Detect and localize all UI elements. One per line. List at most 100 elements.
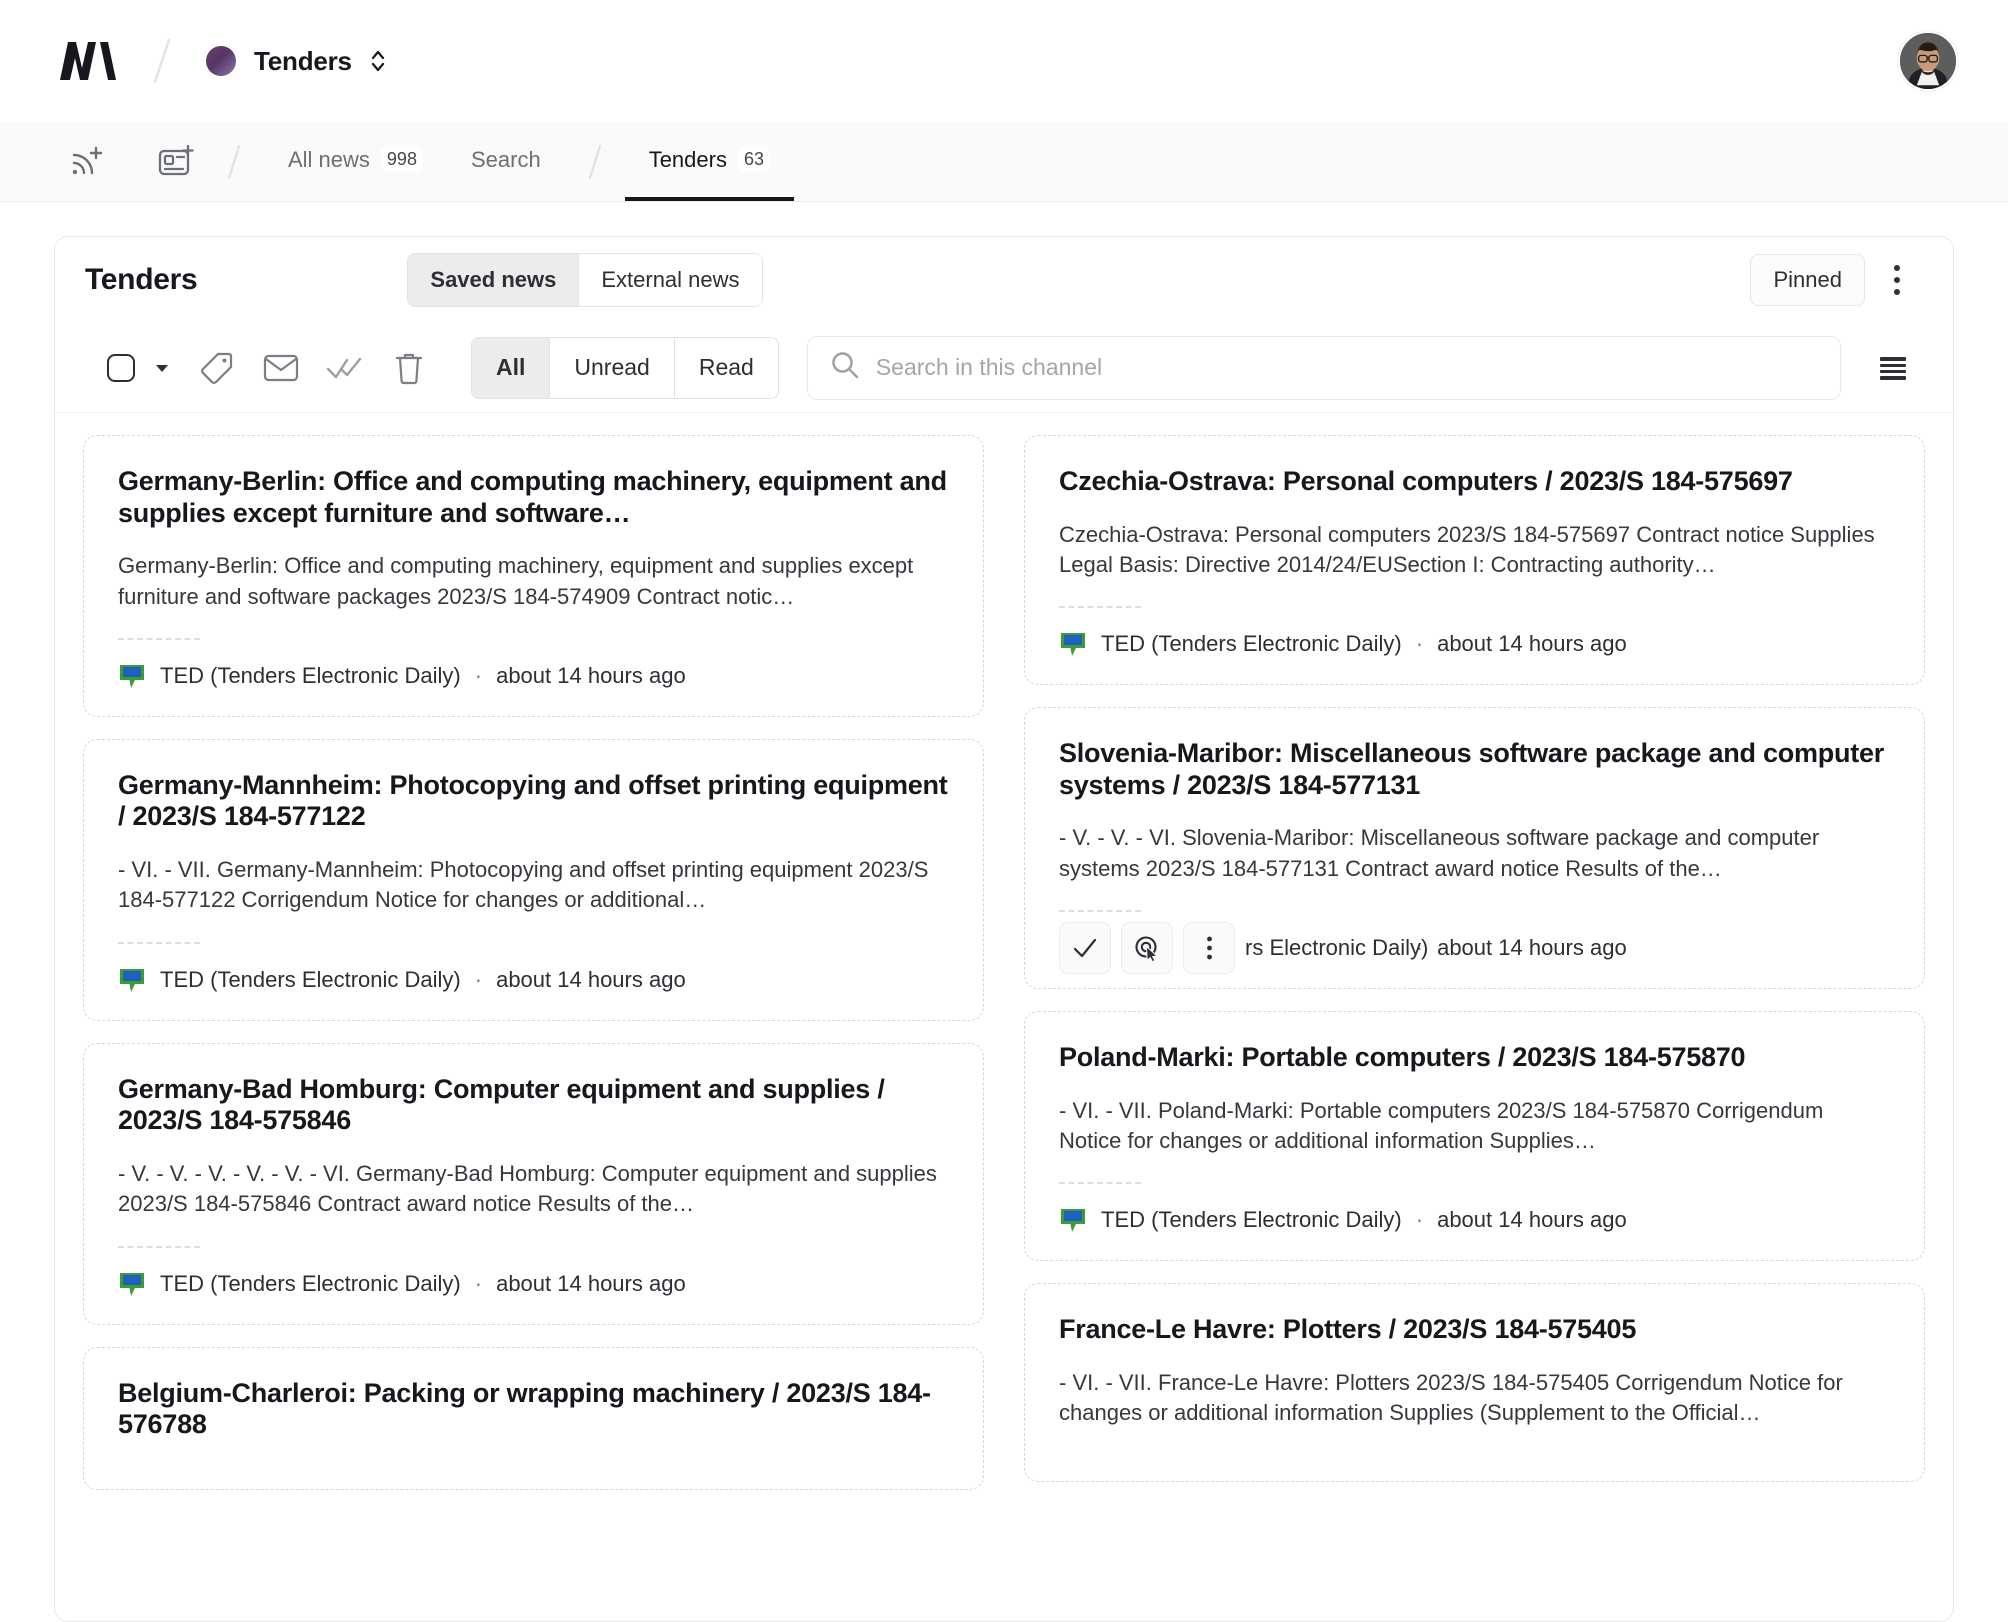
news-source-segmented-control: Saved news External news <box>407 253 763 307</box>
mark-read-check-button[interactable] <box>1059 922 1111 975</box>
card-source: TED (Tenders Electronic Daily) <box>160 1270 461 1296</box>
meta-separator: · <box>474 1270 483 1296</box>
filter-all[interactable]: All <box>472 337 550 398</box>
tab-saved-news[interactable]: Saved news <box>408 254 579 306</box>
card-timestamp: about 14 hours ago <box>1437 935 1627 961</box>
nav-tab-label: Tenders <box>648 146 727 172</box>
news-card[interactable]: Germany-Bad Homburg: Computer equipment … <box>83 1042 984 1325</box>
card-divider <box>1059 910 1141 913</box>
avatar[interactable] <box>1898 31 1958 91</box>
trash-icon[interactable] <box>377 342 441 394</box>
card-source: TED (Tenders Electronic Daily) <box>1101 1207 1402 1233</box>
read-state-filter: All Unread Read <box>471 336 779 399</box>
card-divider <box>1059 606 1141 609</box>
ted-favicon-icon <box>118 662 146 690</box>
channel-selector[interactable]: Tenders <box>196 40 396 83</box>
card-meta: TED (Tenders Electronic Daily) · about 1… <box>118 662 949 690</box>
more-options-icon[interactable] <box>1875 256 1919 304</box>
tab-external-news[interactable]: External news <box>578 254 762 306</box>
list-view-toggle[interactable] <box>1865 342 1921 394</box>
card-divider <box>118 637 200 640</box>
card-timestamp: about 14 hours ago <box>496 966 686 992</box>
ted-favicon-icon <box>1059 630 1087 658</box>
card-divider <box>118 941 200 944</box>
filter-unread[interactable]: Unread <box>549 337 674 398</box>
card-snippet: - V. - V. - VI. Slovenia-Maribor: Miscel… <box>1059 825 1820 881</box>
card-timestamp: about 14 hours ago <box>496 662 686 688</box>
news-card[interactable]: Belgium-Charleroi: Packing or wrapping m… <box>83 1346 984 1490</box>
card-meta: TED (Tenders Electronic Daily) rs Electr… <box>1059 922 1890 975</box>
select-all-checkbox[interactable] <box>107 353 135 382</box>
meta-separator: · <box>1415 631 1424 657</box>
channel-toolbar: All Unread Read Search in this channel <box>55 323 1953 413</box>
meta-separator: · <box>474 966 483 992</box>
top-bar: Tenders <box>0 0 2008 122</box>
card-title: Poland-Marki: Portable computers / 2023/… <box>1059 1042 1746 1073</box>
filter-read[interactable]: Read <box>673 337 778 398</box>
nav-separator <box>212 122 256 201</box>
news-card[interactable]: Germany-Berlin: Office and computing mac… <box>83 435 984 717</box>
card-title: Germany-Berlin: Office and computing mac… <box>118 466 947 528</box>
card-title: Czechia-Ostrava: Personal computers / 20… <box>1059 466 1793 496</box>
ted-favicon-icon <box>118 1270 146 1298</box>
meta-separator: · <box>474 662 483 688</box>
panel-wrapper: Tenders Saved news External news Pinned <box>0 202 2008 1622</box>
envelope-icon[interactable] <box>249 342 313 394</box>
ted-favicon-icon <box>118 966 146 994</box>
tag-icon[interactable] <box>185 342 249 394</box>
chevron-updown-icon <box>370 48 386 74</box>
panel-header: Tenders Saved news External news Pinned <box>55 237 1953 323</box>
search-input[interactable]: Search in this channel <box>806 335 1841 400</box>
card-title: Germany-Mannheim: Photocopying and offse… <box>118 769 948 832</box>
pinned-button[interactable]: Pinned <box>1750 254 1865 306</box>
card-snippet: Czechia-Ostrava: Personal computers 2023… <box>1059 521 1875 577</box>
nav-tab-tenders[interactable]: Tenders 63 <box>624 122 794 201</box>
tenders-panel: Tenders Saved news External news Pinned <box>54 236 1954 1622</box>
search-placeholder: Search in this channel <box>875 354 1103 380</box>
add-rss-feed-icon[interactable] <box>58 122 114 201</box>
card-title: Germany-Bad Homburg: Computer equipment … <box>118 1073 885 1136</box>
nav-tab-count: 998 <box>380 146 423 173</box>
news-card-grid: Germany-Berlin: Office and computing mac… <box>55 413 1953 1621</box>
card-timestamp: about 14 hours ago <box>1437 1207 1627 1233</box>
card-more-options-button[interactable] <box>1183 922 1235 975</box>
app-logo[interactable] <box>58 40 118 82</box>
card-timestamp: about 14 hours ago <box>1437 631 1627 657</box>
card-source-visible-tail: rs Electronic Daily) <box>1245 935 1429 961</box>
card-source: TED (Tenders Electronic Daily) <box>160 662 461 688</box>
card-timestamp: about 14 hours ago <box>496 1270 686 1296</box>
news-card-hovered[interactable]: Slovenia-Maribor: Miscellaneous software… <box>1024 707 1925 990</box>
card-meta: TED (Tenders Electronic Daily) · about 1… <box>118 966 949 994</box>
add-news-source-icon[interactable] <box>148 122 204 201</box>
card-column-left: Germany-Berlin: Office and computing mac… <box>83 435 984 1621</box>
news-card[interactable]: Czechia-Ostrava: Personal computers / 20… <box>1024 435 1925 686</box>
card-snippet: - VI. - VII. Germany-Mannheim: Photocopy… <box>118 857 929 913</box>
navigation-bar: All news 998 Search Tenders 63 <box>0 122 2008 202</box>
select-dropdown-caret[interactable] <box>147 362 177 374</box>
news-card[interactable]: Germany-Mannheim: Photocopying and offse… <box>83 738 984 1021</box>
nav-separator <box>573 122 617 201</box>
open-source-button[interactable] <box>1121 922 1173 975</box>
card-snippet: Germany-Berlin: Office and computing mac… <box>118 553 914 609</box>
card-meta: TED (Tenders Electronic Daily) · about 1… <box>1059 1206 1890 1234</box>
card-meta: TED (Tenders Electronic Daily) · about 1… <box>118 1270 949 1298</box>
mark-all-read-icon[interactable] <box>313 342 377 394</box>
ted-favicon-icon <box>1059 1206 1087 1234</box>
card-title: Slovenia-Maribor: Miscellaneous software… <box>1059 738 1884 800</box>
nav-tab-search[interactable]: Search <box>447 122 565 201</box>
nav-tab-label: All news <box>288 146 370 172</box>
card-meta: TED (Tenders Electronic Daily) · about 1… <box>1059 630 1890 658</box>
search-icon <box>830 350 860 385</box>
card-snippet: - V. - V. - V. - V. - V. - VI. Germany-B… <box>118 1160 937 1217</box>
card-title: France-Le Havre: Plotters / 2023/S 184-5… <box>1059 1314 1637 1345</box>
news-card[interactable]: France-Le Havre: Plotters / 2023/S 184-5… <box>1024 1283 1925 1482</box>
news-card[interactable]: Poland-Marki: Portable computers / 2023/… <box>1024 1011 1925 1262</box>
channel-color-dot <box>206 46 236 76</box>
nav-tab-label: Search <box>470 146 541 172</box>
card-snippet: - VI. - VII. Poland-Marki: Portable comp… <box>1059 1097 1824 1154</box>
channel-name: Tenders <box>254 45 352 76</box>
card-source: TED (Tenders Electronic Daily) <box>1101 631 1402 657</box>
card-divider <box>1059 1182 1141 1185</box>
nav-tab-all-news[interactable]: All news 998 <box>264 122 447 201</box>
card-snippet: - VI. - VII. France-Le Havre: Plotters 2… <box>1059 1370 1843 1426</box>
